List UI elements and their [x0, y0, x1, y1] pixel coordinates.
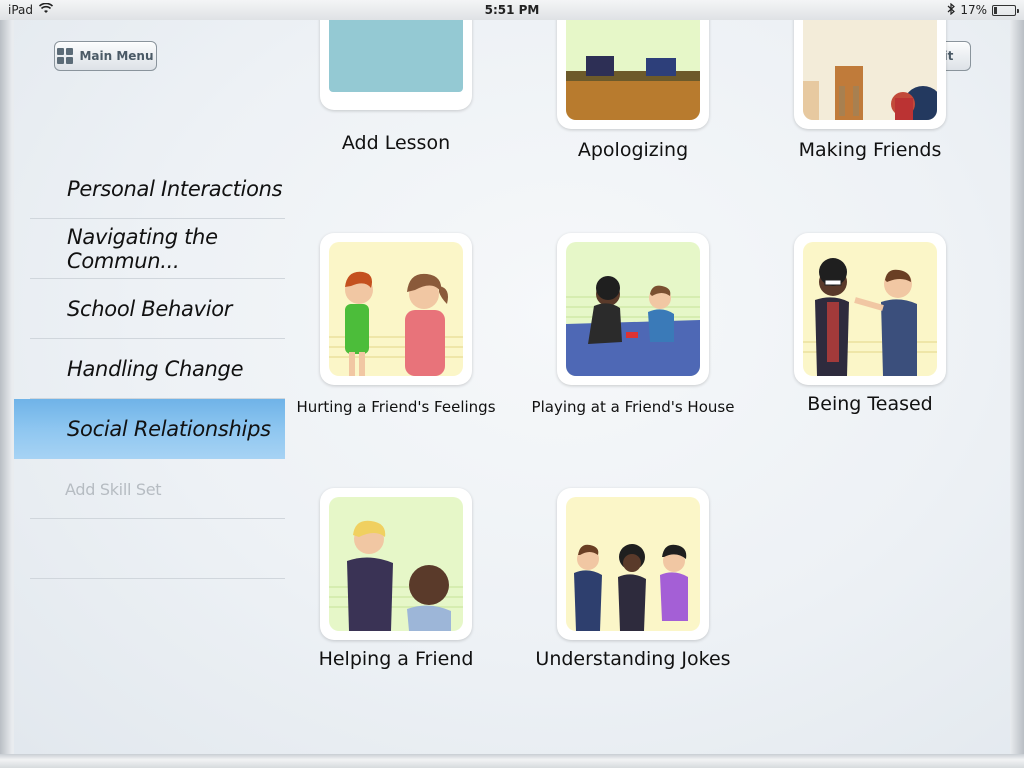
battery-icon: [992, 4, 1019, 16]
skill-set-label: School Behavior: [67, 297, 233, 321]
main-menu-button[interactable]: Main Menu: [54, 41, 157, 71]
lesson-label: Playing at a Friend's House: [531, 398, 735, 416]
bluetooth-icon: [947, 2, 956, 18]
understanding-jokes-illustration: [566, 497, 700, 631]
add-skill-set-button[interactable]: Add Skill Set: [14, 459, 285, 519]
app-frame: Main Menu Edit Personal Interactions Nav…: [0, 20, 1024, 768]
skill-set-social-relationships[interactable]: Social Relationships: [14, 399, 285, 459]
skill-set-school-behavior[interactable]: School Behavior: [14, 279, 285, 339]
screen-bottom-edge: [0, 754, 1024, 768]
skill-set-label: Handling Change: [67, 357, 244, 381]
skill-set-label: Social Relationships: [67, 417, 271, 441]
skill-set-label: Personal Interactions: [67, 177, 283, 201]
apologizing-illustration: [566, 20, 700, 120]
lesson-thumbnail: [320, 488, 472, 640]
grid-icon: [57, 48, 74, 64]
skill-set-label: Navigating the Commun...: [67, 225, 218, 273]
add-skill-set-label: Add Skill Set: [65, 479, 162, 499]
lesson-label: Add Lesson: [341, 132, 451, 154]
lesson-thumbnail: [557, 488, 709, 640]
add-lesson-image: [329, 20, 463, 101]
playing-at-house-illustration: [566, 242, 700, 376]
hurting-feelings-illustration: [329, 242, 463, 376]
battery-percent: 17%: [960, 3, 987, 17]
skill-set-personal-interactions[interactable]: Personal Interactions: [14, 159, 285, 219]
lesson-label: Understanding Jokes: [535, 648, 731, 670]
main-menu-label: Main Menu: [79, 49, 154, 63]
skill-set-handling-change[interactable]: Handling Change: [14, 339, 285, 399]
lesson-thumbnail: [557, 233, 709, 385]
status-bar: iPad 5:51 PM 17%: [0, 0, 1024, 20]
lesson-label: Being Teased: [807, 393, 933, 415]
empty-row: [14, 519, 285, 579]
being-teased-illustration: [803, 242, 937, 376]
clock: 5:51 PM: [484, 3, 540, 17]
lesson-thumbnail: [794, 233, 946, 385]
lesson-label: Making Friends: [798, 139, 942, 161]
making-friends-illustration: [803, 20, 937, 120]
main-panel: Main Menu Edit Personal Interactions Nav…: [14, 20, 1010, 754]
skill-set-list: Personal Interactions Navigating the Com…: [14, 159, 285, 579]
lesson-thumbnail: [794, 20, 946, 129]
lesson-thumbnail: [557, 20, 709, 129]
lesson-label: Hurting a Friend's Feelings: [296, 398, 496, 416]
lesson-label: Apologizing: [577, 139, 689, 161]
lesson-thumbnail: [320, 20, 472, 110]
lesson-thumbnail: [320, 233, 472, 385]
lesson-label: Helping a Friend: [318, 648, 474, 670]
device-name: iPad: [8, 3, 34, 17]
wifi-icon: [38, 2, 54, 17]
helping-friend-illustration: [329, 497, 463, 631]
skill-set-navigating-community[interactable]: Navigating the Commun...: [14, 219, 285, 279]
